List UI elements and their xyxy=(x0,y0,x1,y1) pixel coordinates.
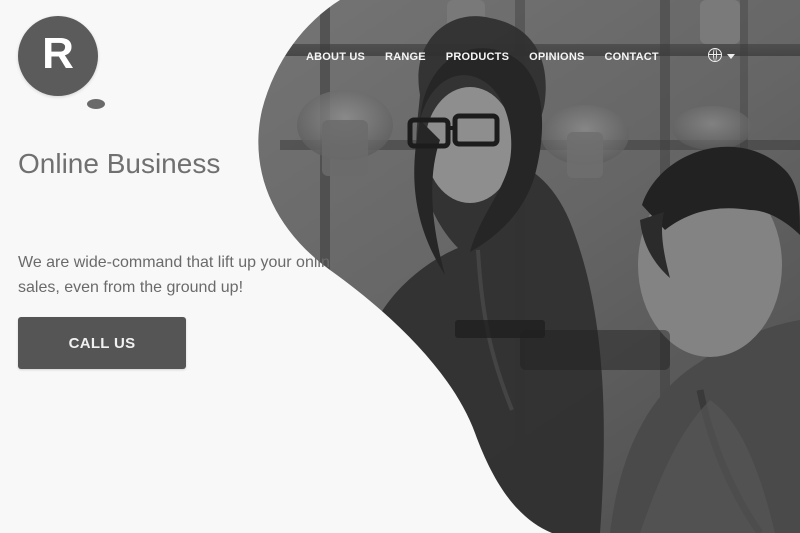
nav-link-opinions[interactable]: OPINIONS xyxy=(529,51,584,63)
brand-logo[interactable]: R xyxy=(18,16,108,112)
nav-link-products[interactable]: PRODUCTS xyxy=(446,51,509,63)
language-selector[interactable] xyxy=(708,48,735,62)
page-title: Online Business xyxy=(18,148,221,179)
chevron-down-icon xyxy=(727,53,735,59)
brand-logo-letter: R xyxy=(42,29,74,78)
nav-link-about-us[interactable]: ABOUT US xyxy=(306,51,365,63)
call-us-button[interactable]: CALL US xyxy=(18,317,186,369)
nav-link-range[interactable]: RANGE xyxy=(385,51,426,63)
landing-page: R ABOUT US RANGE PRODUCTS OPINIONS CONTA… xyxy=(0,0,800,533)
nav-link-contact[interactable]: CONTACT xyxy=(605,51,659,63)
brand-logo-dot xyxy=(84,96,108,112)
main-navigation: ABOUT US RANGE PRODUCTS OPINIONS CONTACT xyxy=(306,48,679,66)
globe-icon xyxy=(708,48,722,62)
hero-tagline: We are wide-command that lift up your on… xyxy=(18,254,339,296)
